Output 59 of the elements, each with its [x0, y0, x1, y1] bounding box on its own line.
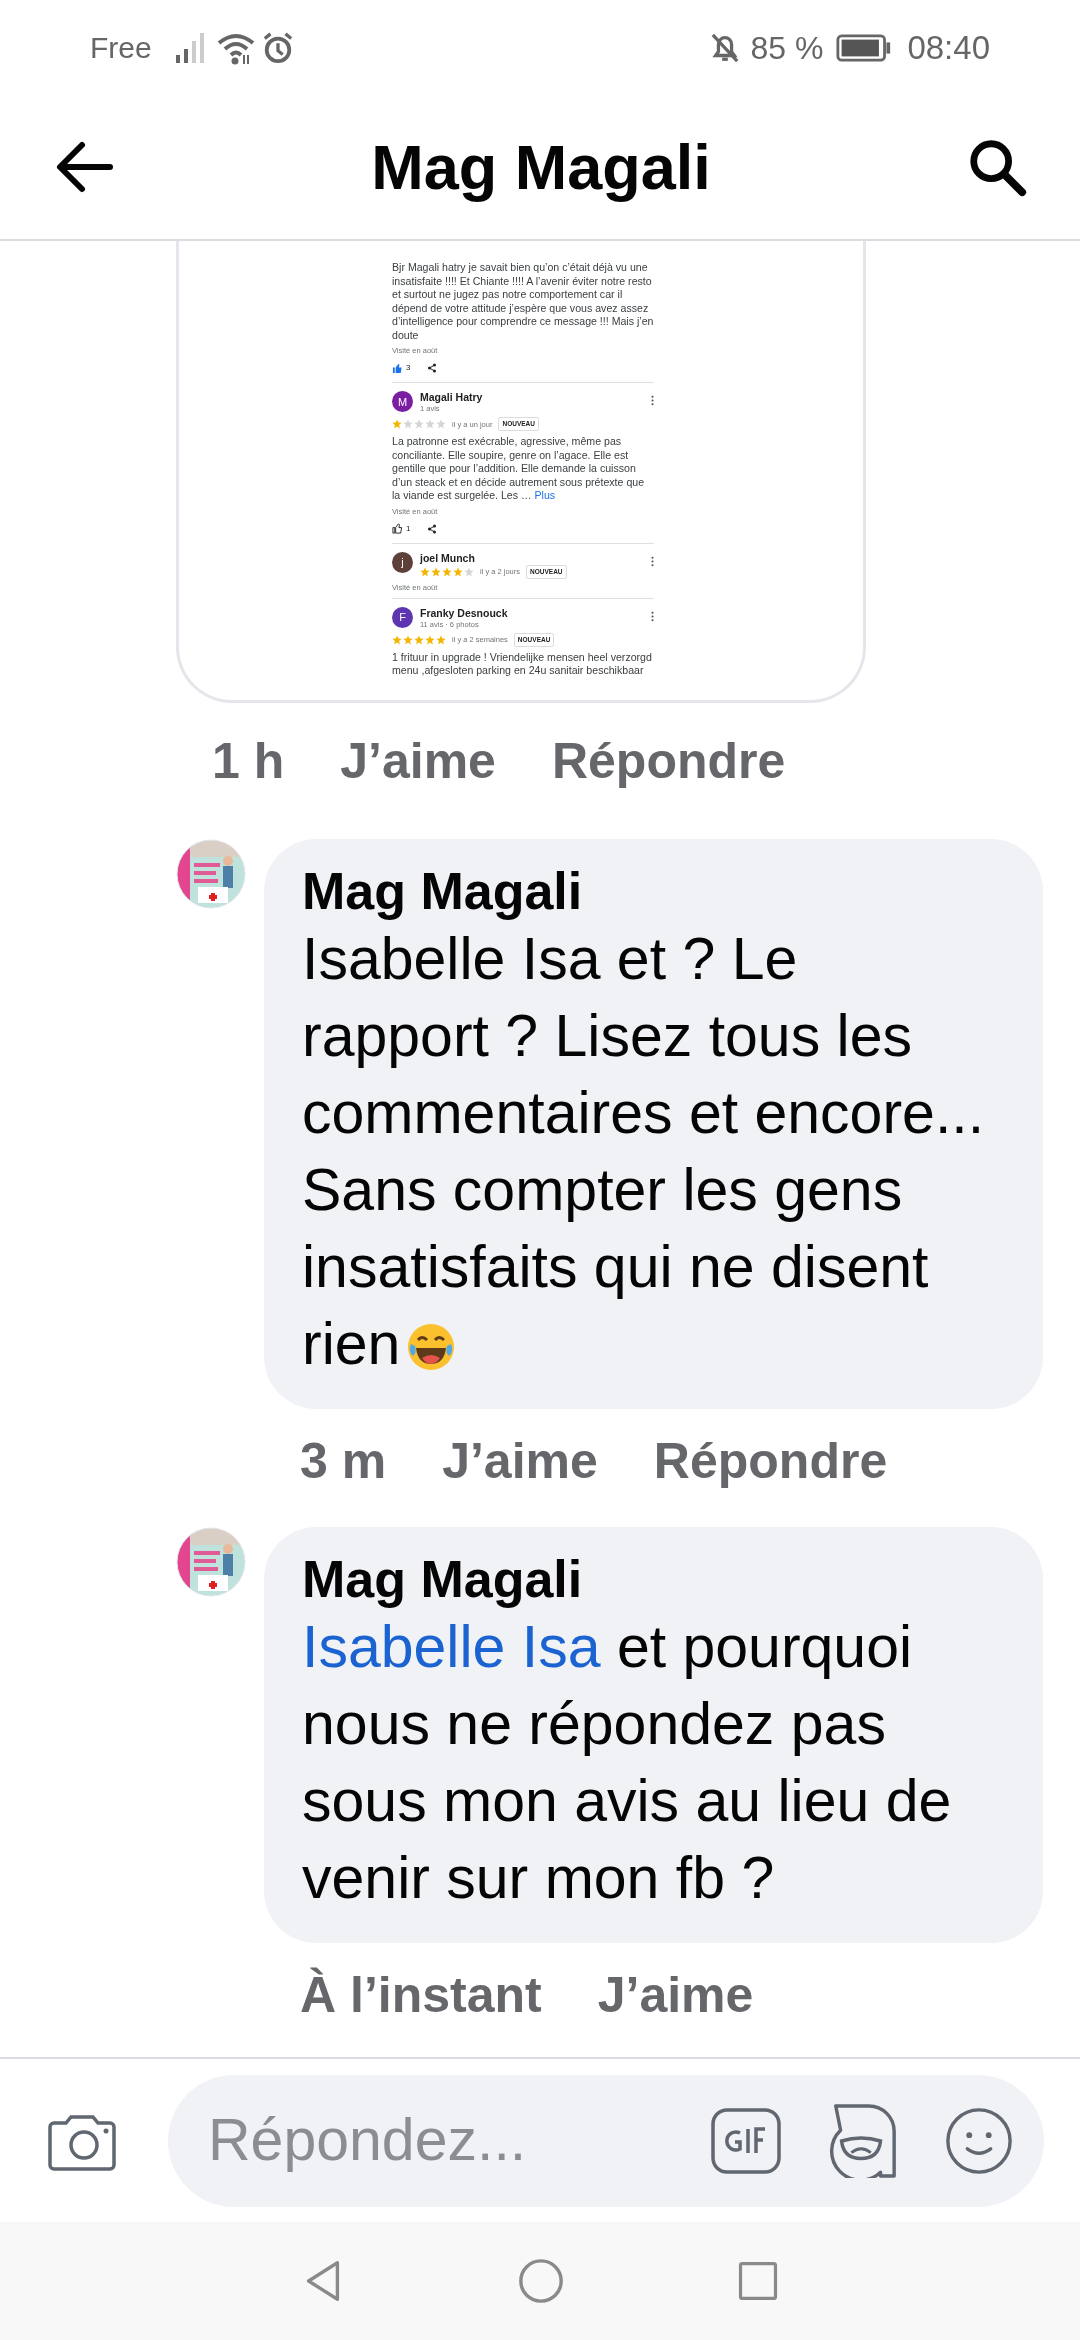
more-link[interactable]: Plus: [534, 489, 556, 501]
star-icon: [414, 634, 424, 645]
star-icon: [436, 419, 446, 430]
review-text: La patronne est exécrable, agressive, même pas conciliante. Elle soupire, genre on l’agace. Elle est gentille que pour l’addition. Elle demande la cuisson d’un steack et en décide autrement sous prétexte que la viande est surgelée. Les … Plus: [392, 435, 646, 503]
home-icon[interactable]: [517, 2257, 565, 2305]
gif-icon[interactable]: [710, 2106, 782, 2175]
alarm-icon: [261, 31, 294, 64]
star-icon: [436, 634, 446, 645]
share-icon[interactable]: [427, 363, 438, 374]
avatar-initial: j: [392, 551, 413, 573]
avatar-initial: F: [392, 606, 413, 628]
comment-author: Mag Magali: [302, 1549, 584, 1609]
comment-text: Isabelle Isa et ? Le rapport ? Lisez tous les commentaires et encore... Sans compter les gens insatisfaits qui ne disent rien: [302, 925, 986, 1379]
comment-time: 1 h: [212, 731, 285, 791]
reviewer-name: joel Munch: [420, 551, 476, 565]
muted-bell-icon: [710, 31, 741, 64]
star-icon: [464, 566, 474, 577]
reviewer-name: Franky Desnouck: [420, 606, 509, 620]
filled-thumbs-up-icon[interactable]: [392, 362, 403, 374]
reply-link[interactable]: Répondre: [653, 1423, 888, 1499]
more-options-icon[interactable]: [651, 395, 654, 407]
battery-percentage: 85 %: [750, 28, 824, 68]
star-icon: [453, 566, 463, 577]
review-text: Bjr Magali hatry je savait bien qu’on c’était déjà vu une insatisfaite !!!! Et Chiante !!!! A l’avenir éviter notre resto et surtout ne jugez pas notre comportement car il dépend de votre attitude j’espère que vous avez assez d’intelligence pour comprendre ce message !!! Mais j’en doute: [392, 261, 654, 342]
thumbs-up-icon[interactable]: [392, 523, 403, 535]
comment-time: À l’instant: [300, 1965, 542, 2025]
star-icon: [420, 566, 430, 577]
star-icon: [431, 566, 441, 577]
star-icon: [414, 419, 424, 430]
carrier-name: Free: [90, 30, 152, 66]
emoji-icon[interactable]: [944, 2105, 1014, 2176]
star-icon: [403, 634, 413, 645]
page-title: Mag Magali: [370, 130, 712, 204]
reply-input[interactable]: Répondez...: [208, 2096, 666, 2185]
reply-link[interactable]: Répondre: [551, 723, 786, 799]
reply-field[interactable]: Répondez...: [168, 2074, 1044, 2207]
mention-link[interactable]: Isabelle Isa: [302, 1614, 601, 1680]
like-count: 3: [406, 362, 411, 375]
star-icon: [425, 634, 435, 645]
star-icon: [392, 419, 402, 430]
star-icon: [425, 419, 435, 430]
like-count: 1: [406, 522, 411, 535]
reviewer-name: Magali Hatry: [420, 391, 484, 405]
like-link[interactable]: J’aime: [597, 1957, 754, 2033]
more-options-icon[interactable]: [651, 555, 654, 567]
like-link[interactable]: J’aime: [442, 1423, 598, 1499]
more-options-icon[interactable]: [651, 610, 654, 622]
comment-author: Mag Magali: [302, 861, 584, 921]
star-icon: [442, 566, 452, 577]
avatar-initial: M: [392, 391, 413, 413]
clock-time: 08:40: [907, 27, 990, 68]
laughing-emoji-icon: [406, 1322, 457, 1372]
like-link[interactable]: J’aime: [340, 723, 496, 799]
review-text: 1 frituur in upgrade ! Vriendelijke mensen heel verzorgd menu ,afgesloten parking en 24u sanitair beschikbaar: [392, 650, 653, 678]
star-icon: [392, 634, 402, 645]
comment-text: Isabelle Isa et pourquoi nous ne répondez pas sous mon avis au lieu de venir sur mon fb ?: [302, 1613, 953, 1913]
share-icon[interactable]: [427, 523, 438, 534]
star-icon: [403, 419, 413, 430]
comment-time: 3 m: [300, 1431, 387, 1491]
